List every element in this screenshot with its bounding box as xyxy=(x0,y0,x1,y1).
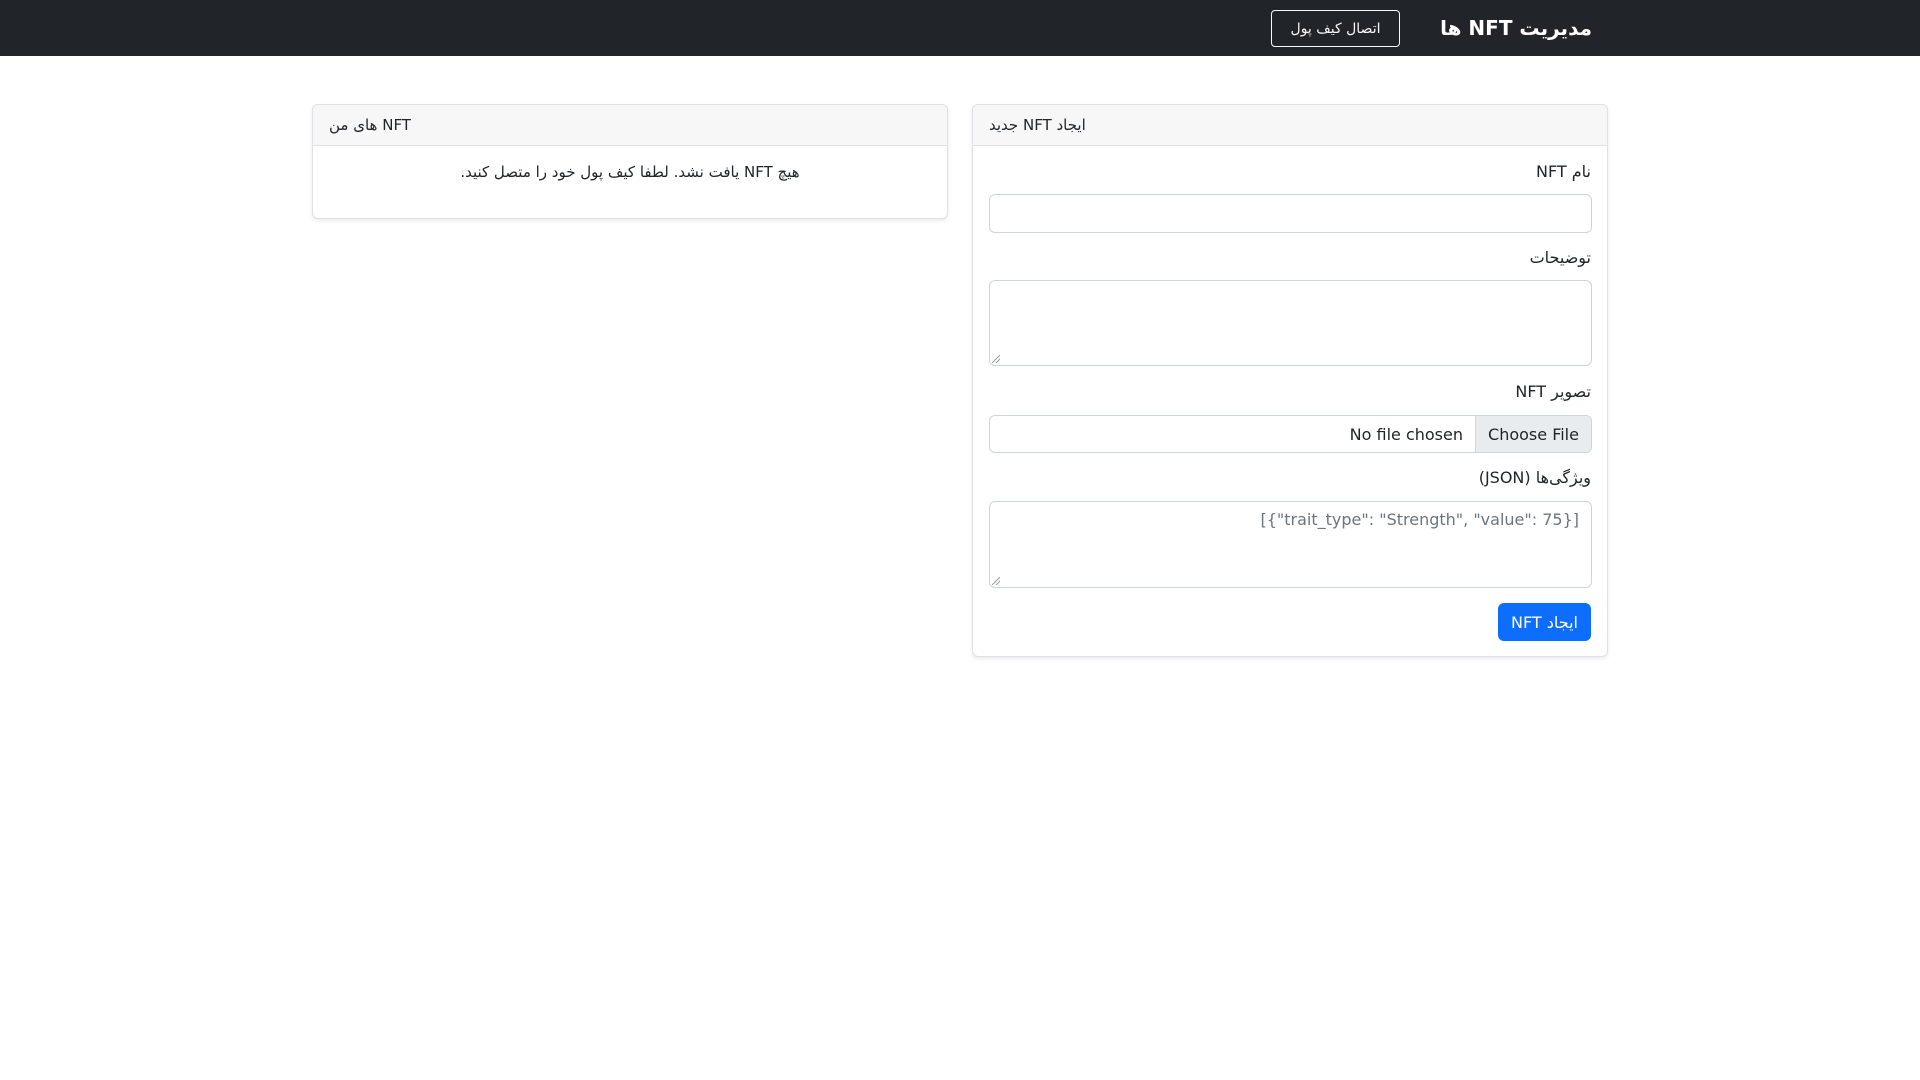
description-label: توضیحات xyxy=(1529,248,1591,267)
brand-title[interactable]: مدیریت NFT ها xyxy=(1440,0,1592,56)
choose-file-button[interactable]: Choose File xyxy=(1475,416,1591,452)
resize-handle-icon[interactable] xyxy=(992,355,1000,363)
nft-image-label: تصویر NFT xyxy=(1515,382,1591,401)
file-status-text: No file chosen xyxy=(1349,424,1463,444)
create-nft-card-header: ایجاد NFT جدید xyxy=(973,105,1607,146)
attributes-json-textarea[interactable]: [{"trait_type": "Strength", "value": 75}… xyxy=(989,501,1592,588)
create-nft-card: ایجاد NFT جدید نام NFT توضیحات تصویر NFT… xyxy=(972,104,1608,657)
nft-name-input[interactable] xyxy=(989,194,1592,233)
nft-name-label: نام NFT xyxy=(1536,162,1591,181)
empty-state-message: هیچ NFT یافت نشد. لطفا کیف پول خود را مت… xyxy=(460,163,800,181)
connect-wallet-button[interactable]: اتصال کیف پول xyxy=(1271,10,1400,47)
my-nfts-card-header: NFT های من xyxy=(313,105,947,146)
description-textarea[interactable] xyxy=(989,280,1592,366)
my-nfts-card: NFT های من هیچ NFT یافت نشد. لطفا کیف پو… xyxy=(312,104,948,219)
navbar: مدیریت NFT ها اتصال کیف پول xyxy=(0,0,1920,56)
create-nft-button[interactable]: ایجاد NFT xyxy=(1498,603,1591,641)
create-nft-card-title: ایجاد NFT جدید xyxy=(989,116,1086,134)
nft-image-file-input[interactable]: No file chosen Choose File xyxy=(989,415,1592,453)
my-nfts-card-title: NFT های من xyxy=(329,116,411,134)
attributes-label: ویژگی‌ها (JSON) xyxy=(1478,468,1591,487)
resize-handle-icon[interactable] xyxy=(992,577,1000,585)
attributes-placeholder: [{"trait_type": "Strength", "value": 75}… xyxy=(1260,510,1579,529)
